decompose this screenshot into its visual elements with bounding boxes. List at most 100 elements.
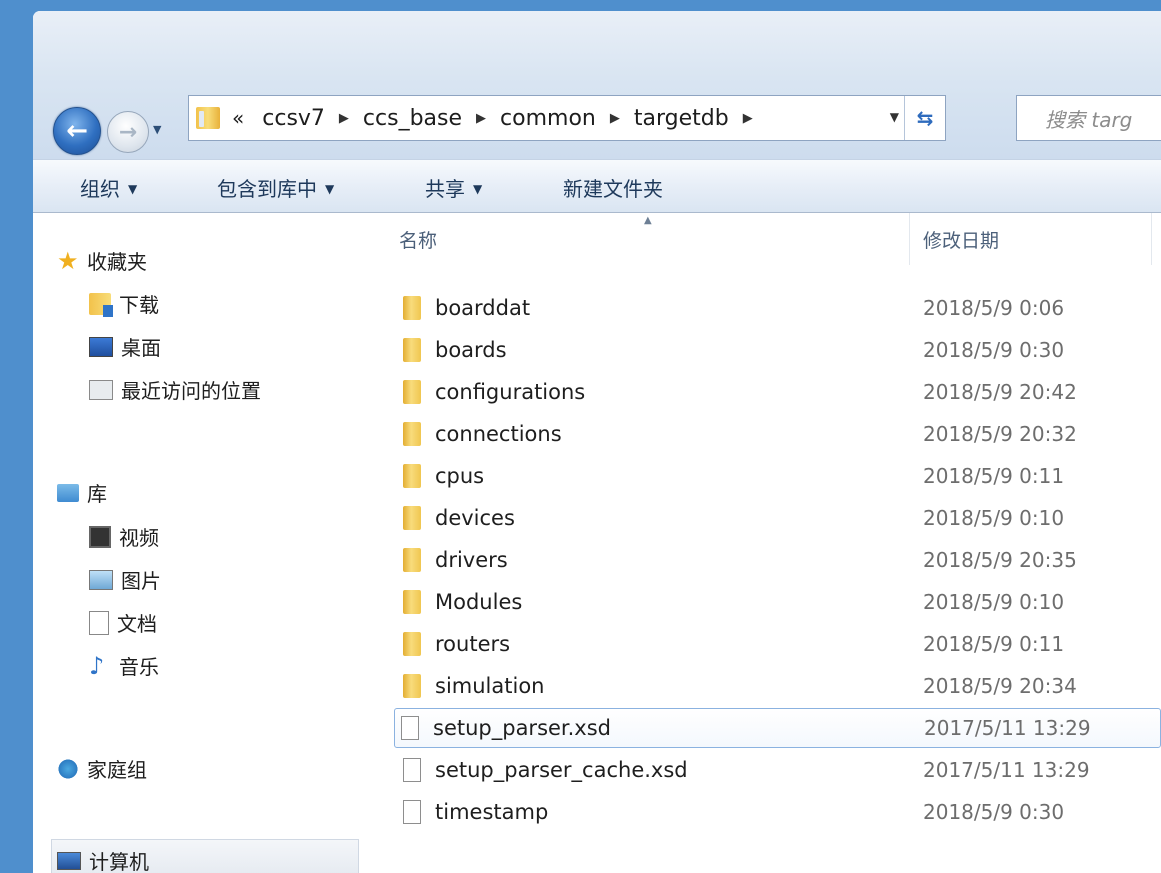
organize-button[interactable]: 组织 ▼ xyxy=(80,173,137,202)
nav-favorites[interactable]: ★ 收藏夹 xyxy=(57,246,147,275)
list-item[interactable]: simulation 2018/5/9 20:34 xyxy=(397,666,1161,706)
list-item[interactable]: devices 2018/5/9 0:10 xyxy=(397,498,1161,538)
nav-recent-places[interactable]: 最近访问的位置 xyxy=(89,375,261,404)
list-item[interactable]: routers 2018/5/9 0:11 xyxy=(397,624,1161,664)
folder-icon xyxy=(403,422,421,446)
share-button[interactable]: 共享 ▼ xyxy=(425,173,482,202)
column-header-name[interactable]: 名称 xyxy=(399,213,437,265)
list-item[interactable]: setup_parser.xsd 2017/5/11 13:29 xyxy=(394,708,1161,748)
file-date-modified: 2018/5/9 0:30 xyxy=(923,800,1065,824)
list-item[interactable]: drivers 2018/5/9 20:35 xyxy=(397,540,1161,580)
file-name: boarddat xyxy=(435,296,531,320)
address-history-dropdown[interactable]: ▼ xyxy=(890,110,899,124)
new-folder-label: 新建文件夹 xyxy=(563,177,663,201)
file-name: setup_parser.xsd xyxy=(433,716,612,740)
downloads-folder-icon xyxy=(89,292,113,317)
chevron-right-icon[interactable]: ▶ xyxy=(476,111,486,126)
homegroup-icon xyxy=(57,757,79,780)
file-date-modified: 2018/5/9 0:10 xyxy=(923,590,1065,614)
file-date-modified: 2018/5/9 20:35 xyxy=(923,548,1077,572)
breadcrumb-ccsv7[interactable]: ccsv7 xyxy=(262,106,325,131)
file-name: setup_parser_cache.xsd xyxy=(435,758,688,782)
back-arrow-icon: ← xyxy=(66,116,88,146)
column-header-date-modified[interactable]: 修改日期 xyxy=(923,213,999,265)
folder-icon xyxy=(403,548,421,572)
organize-label: 组织 xyxy=(80,177,120,201)
nav-pictures[interactable]: 图片 xyxy=(89,565,161,594)
nav-homegroup[interactable]: 家庭组 xyxy=(57,754,147,783)
breadcrumb-common[interactable]: common xyxy=(500,106,596,131)
folder-icon xyxy=(403,632,421,656)
file-date-modified: 2018/5/9 20:32 xyxy=(923,422,1077,446)
list-item[interactable]: cpus 2018/5/9 0:11 xyxy=(397,456,1161,496)
library-icon xyxy=(57,483,79,502)
command-bar: 组织 ▼ 包含到库中 ▼ 共享 ▼ 新建文件夹 xyxy=(33,159,1161,213)
sort-ascending-icon: ▲ xyxy=(644,215,652,226)
nav-music[interactable]: ♪ 音乐 xyxy=(89,651,159,680)
file-name: configurations xyxy=(435,380,586,404)
file-name: devices xyxy=(435,506,515,530)
address-bar[interactable]: « ccsv7 ▶ ccs_base ▶ common ▶ targetdb ▶… xyxy=(188,95,946,141)
breadcrumb-targetdb[interactable]: targetdb xyxy=(634,106,729,131)
list-item[interactable]: configurations 2018/5/9 20:42 xyxy=(397,372,1161,412)
document-icon xyxy=(89,610,109,635)
nav-downloads[interactable]: 下载 xyxy=(89,289,159,318)
title-bar: ← → ▼ « ccsv7 ▶ ccs_base ▶ common ▶ targ… xyxy=(33,11,1161,159)
folder-icon xyxy=(403,380,421,404)
file-list-pane: ▲ 名称 修改日期 boarddat 2018/5/9 0:06 boards 201… xyxy=(361,213,1161,873)
back-button[interactable]: ← xyxy=(53,107,101,155)
nav-desktop[interactable]: 桌面 xyxy=(89,332,161,361)
chevron-down-icon: ▼ xyxy=(325,182,335,196)
file-date-modified: 2017/5/11 13:29 xyxy=(924,716,1091,740)
nav-libraries[interactable]: 库 xyxy=(57,478,107,507)
file-name: drivers xyxy=(435,548,508,572)
file-date-modified: 2018/5/9 0:06 xyxy=(923,296,1065,320)
forward-button[interactable]: → xyxy=(107,111,149,153)
new-folder-button[interactable]: 新建文件夹 xyxy=(563,173,663,202)
search-input[interactable]: 搜索 targ xyxy=(1016,95,1161,141)
list-item[interactable]: timestamp 2018/5/9 0:30 xyxy=(397,792,1161,832)
music-icon: ♪ xyxy=(89,651,105,680)
file-name: connections xyxy=(435,422,562,446)
file-date-modified: 2018/5/9 20:34 xyxy=(923,674,1077,698)
nav-videos[interactable]: 视频 xyxy=(89,522,159,551)
folder-icon xyxy=(403,338,421,362)
breadcrumb-overflow[interactable]: « xyxy=(232,106,244,130)
file-name: simulation xyxy=(435,674,545,698)
include-in-library-button[interactable]: 包含到库中 ▼ xyxy=(217,173,334,202)
chevron-right-icon[interactable]: ▶ xyxy=(610,111,620,126)
refresh-button[interactable]: ⇆ xyxy=(904,96,945,140)
file-icon xyxy=(401,716,419,740)
file-name: routers xyxy=(435,632,511,656)
nav-computer[interactable]: 计算机 xyxy=(57,846,149,873)
video-icon xyxy=(89,525,111,548)
breadcrumb-ccs-base[interactable]: ccs_base xyxy=(363,106,462,131)
list-item[interactable]: boarddat 2018/5/9 0:06 xyxy=(397,288,1161,328)
file-name: boards xyxy=(435,338,507,362)
star-icon: ★ xyxy=(57,246,79,275)
computer-icon xyxy=(57,851,81,870)
explorer-window: ← → ▼ « ccsv7 ▶ ccs_base ▶ common ▶ targ… xyxy=(33,11,1161,873)
share-label: 共享 xyxy=(425,177,465,201)
folder-icon xyxy=(196,107,220,129)
list-item[interactable]: connections 2018/5/9 20:32 xyxy=(397,414,1161,454)
folder-icon xyxy=(403,464,421,488)
file-icon xyxy=(403,800,421,824)
forward-arrow-icon: → xyxy=(118,119,138,145)
recent-pages-dropdown[interactable]: ▼ xyxy=(153,123,165,136)
file-name: cpus xyxy=(435,464,485,488)
include-library-label: 包含到库中 xyxy=(217,177,317,201)
folder-icon xyxy=(403,506,421,530)
chevron-right-icon[interactable]: ▶ xyxy=(339,111,349,126)
nav-documents[interactable]: 文档 xyxy=(89,608,157,637)
column-divider[interactable] xyxy=(909,213,910,265)
column-divider[interactable] xyxy=(1151,213,1152,265)
recent-places-icon xyxy=(89,379,113,400)
list-item[interactable]: boards 2018/5/9 0:30 xyxy=(397,330,1161,370)
chevron-down-icon: ▼ xyxy=(473,182,483,196)
file-date-modified: 2018/5/9 0:30 xyxy=(923,338,1065,362)
chevron-right-icon[interactable]: ▶ xyxy=(743,111,753,126)
list-item[interactable]: Modules 2018/5/9 0:10 xyxy=(397,582,1161,622)
file-icon xyxy=(403,758,421,782)
list-item[interactable]: setup_parser_cache.xsd 2017/5/11 13:29 xyxy=(397,750,1161,790)
